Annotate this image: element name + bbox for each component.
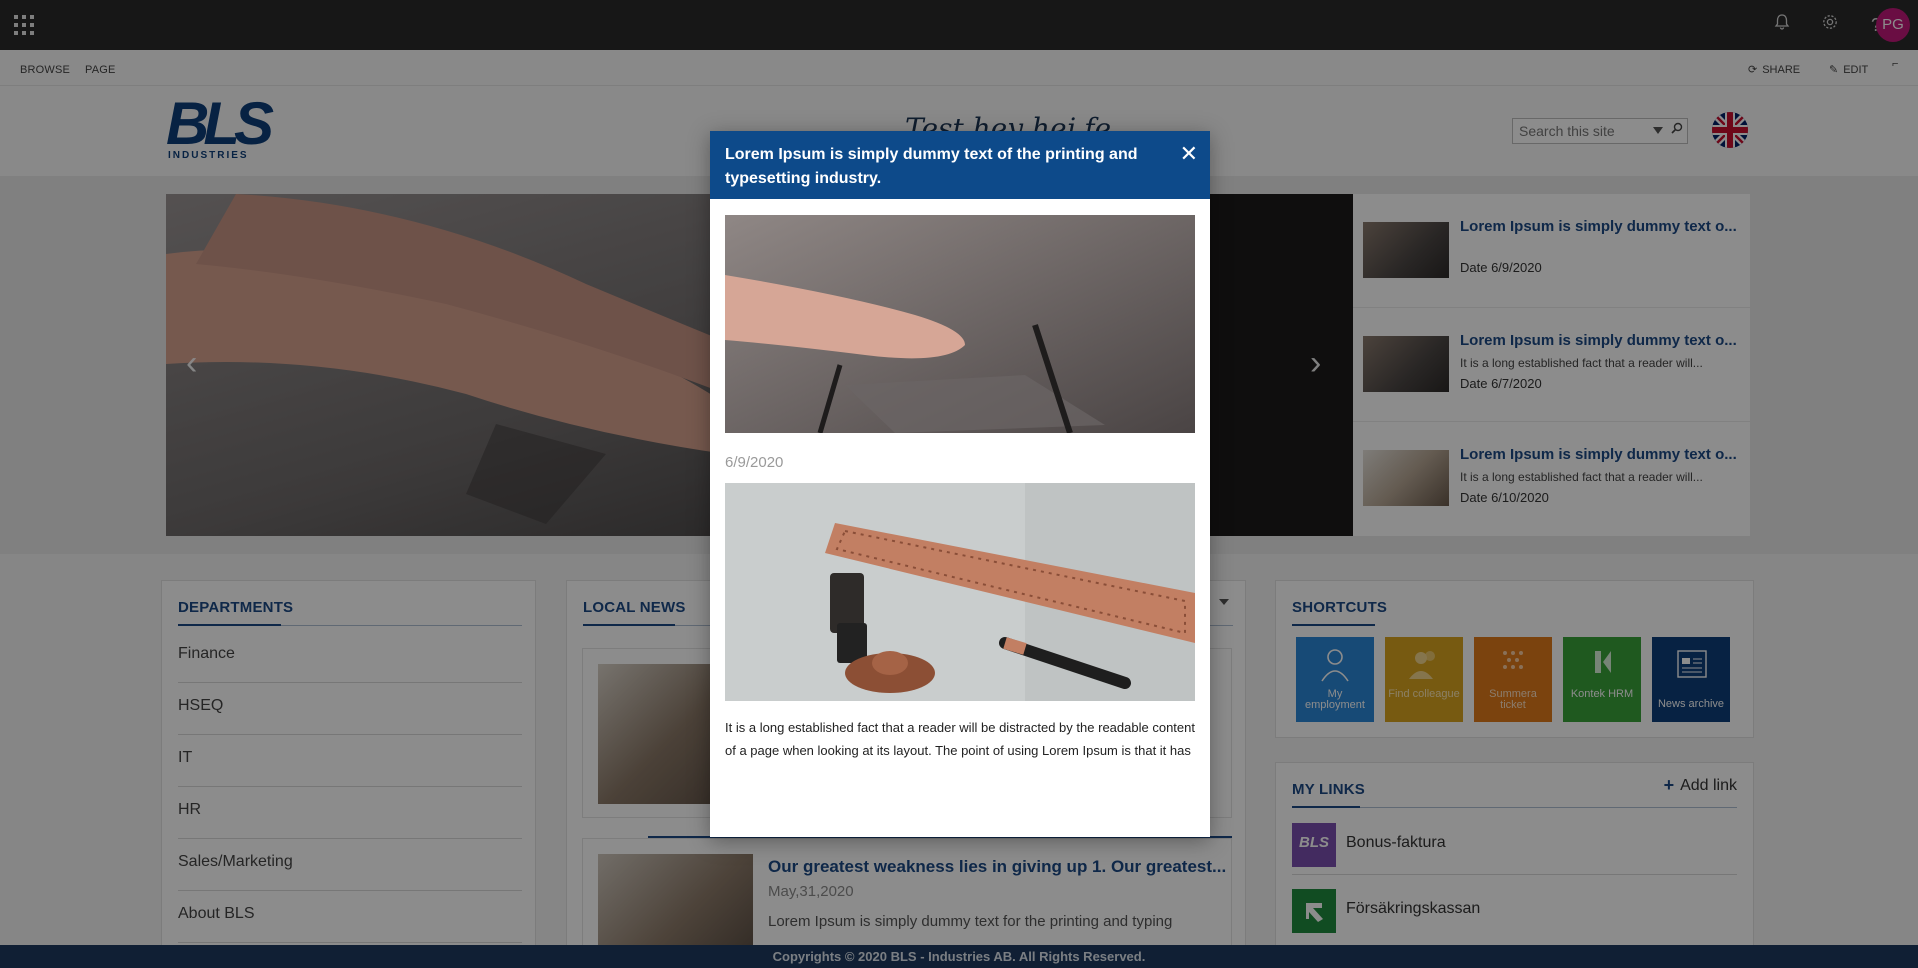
- modal-title: Lorem Ipsum is simply dummy text of the …: [725, 146, 1138, 187]
- news-modal: Lorem Ipsum is simply dummy text of the …: [710, 131, 1210, 837]
- modal-header: Lorem Ipsum is simply dummy text of the …: [710, 131, 1210, 199]
- modal-image-feet: [725, 215, 1195, 433]
- close-icon[interactable]: ✕: [1180, 141, 1198, 167]
- modal-body-text: It is a long established fact that a rea…: [725, 720, 1195, 758]
- modal-date: 6/9/2020: [725, 454, 784, 471]
- modal-image-drain: [725, 483, 1195, 701]
